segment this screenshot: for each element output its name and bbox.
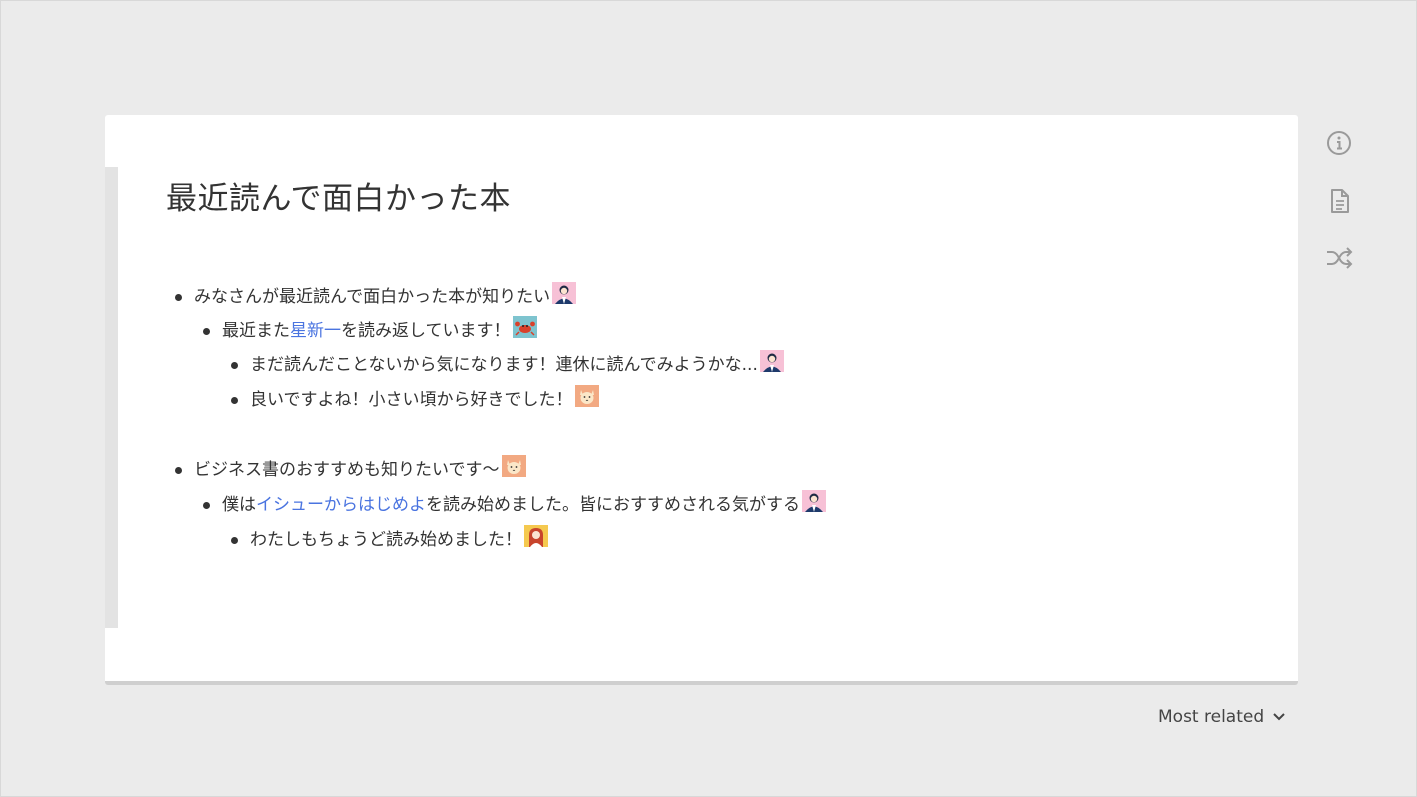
comment-item[interactable]: みなさんが最近読んで面白かった本が知りたい [175, 282, 577, 312]
comment-text: まだ読んだことないから気になります！連休に読んでみようかな... [250, 355, 758, 375]
bullet [203, 327, 210, 335]
avatar[interactable] [802, 490, 826, 512]
post-card: 最近読んで面白かった本 みなさんが最近読んで面白かった本が知りたい 最近また 星新… [105, 115, 1298, 685]
bullet [175, 466, 182, 474]
thread-indicator-bar [105, 167, 118, 628]
document-icon[interactable] [1323, 185, 1355, 217]
avatar[interactable] [512, 316, 537, 338]
comment-text: を読み返しています！ [341, 321, 511, 341]
sort-label: Most related [1158, 707, 1265, 727]
comment-text: ビジネス書のおすすめも知りたいです〜 [194, 460, 500, 480]
avatar[interactable] [759, 350, 784, 372]
comment-text: わたしもちょうど読み始めました！ [250, 530, 522, 550]
avatar[interactable] [524, 525, 548, 547]
comment-item[interactable]: 最近また 星新一 を読み返しています！ [203, 316, 537, 346]
comment-item[interactable]: まだ読んだことないから気になります！連休に読んでみようかな... [231, 350, 784, 380]
comment-text: を読み始めました。皆におすすめされる気がする [426, 495, 800, 515]
comment-text: 良いですよね！小さい頃から好きでした！ [250, 390, 573, 410]
sort-dropdown[interactable]: Most related [1158, 705, 1286, 729]
comment-text: 僕は [222, 495, 256, 515]
book-link[interactable]: イシューからはじめよ [256, 490, 426, 520]
page: 最近読んで面白かった本 みなさんが最近読んで面白かった本が知りたい 最近また 星新… [0, 0, 1417, 797]
bullet [175, 293, 182, 301]
bullet [203, 501, 210, 509]
bullet [231, 396, 238, 404]
bullet [231, 361, 238, 369]
comment-item[interactable]: ビジネス書のおすすめも知りたいです〜 [175, 455, 526, 485]
comment-item[interactable]: 良いですよね！小さい頃から好きでした！ [231, 385, 599, 415]
comment-text: みなさんが最近読んで面白かった本が知りたい [194, 287, 551, 307]
info-icon[interactable] [1323, 127, 1355, 159]
post-title: 最近読んで面白かった本 [166, 181, 511, 217]
comment-item[interactable]: わたしもちょうど読み始めました！ [231, 525, 548, 555]
chevron-down-icon [1273, 713, 1285, 721]
book-link[interactable]: 星新一 [290, 316, 341, 346]
avatar[interactable] [501, 455, 526, 477]
bullet [231, 536, 238, 544]
comment-text: 最近また [222, 321, 290, 341]
shuffle-icon[interactable] [1323, 242, 1355, 274]
comment-item[interactable]: 僕は イシューからはじめよ を読み始めました。皆におすすめされる気がする [203, 490, 826, 520]
avatar[interactable] [552, 282, 577, 304]
avatar[interactable] [574, 385, 599, 407]
